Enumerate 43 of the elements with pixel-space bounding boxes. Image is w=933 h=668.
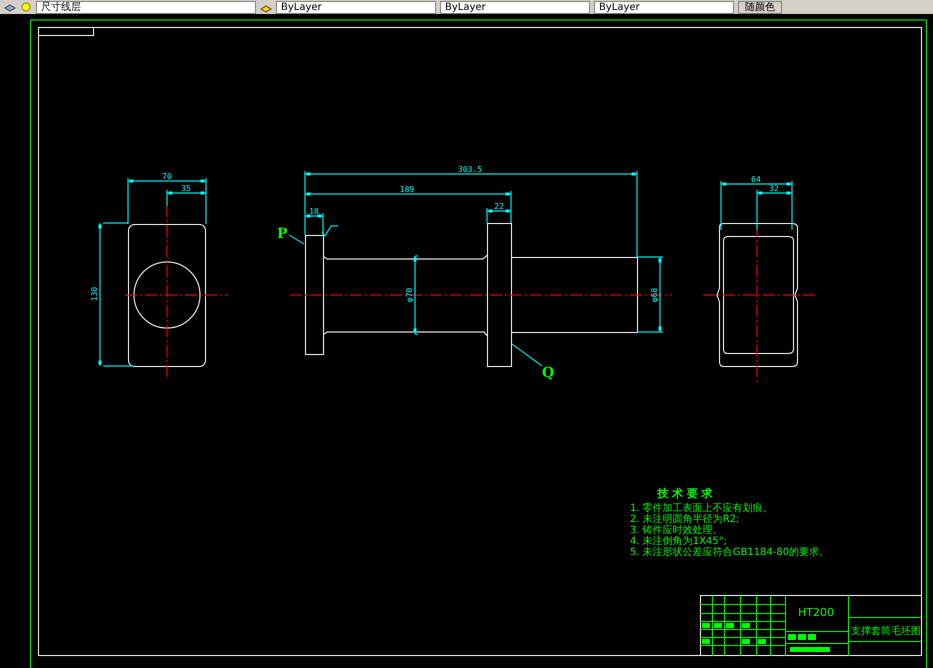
layers-icon[interactable] [4,2,16,12]
lightbulb-icon[interactable] [20,2,32,12]
dimension-line [166,192,206,194]
note-line: 3. 铸件应时效处理。 [630,525,723,536]
leader-line [288,234,304,244]
note-line: 1. 零件加工表面上不应有划痕。 [630,503,773,514]
plot-style-dropdown[interactable]: 随颜色 [738,0,782,14]
extension-line [756,190,758,230]
dimension-text: 18 [309,207,319,216]
extension-line [322,212,324,236]
roughness-symbol-icon [322,226,338,237]
dimension-line [486,210,512,212]
dimension-line [756,192,792,194]
dimension-text: 303.5 [458,165,482,174]
leader-line [512,344,542,366]
dimension-line [720,182,792,186]
linetype-dropdown[interactable]: ByLayer [440,0,590,14]
frame-tab [38,27,94,36]
dimension-text: 32 [769,184,779,193]
dimension-text: 189 [400,185,414,194]
lineweight-dropdown[interactable]: ByLayer [594,0,734,14]
extension-line [720,180,722,230]
color-dropdown[interactable]: ByLayer [276,0,436,14]
dimension-text: 64 [751,175,761,184]
note-line: 4. 未注倒角为1X45°; [630,536,728,547]
dimension-text: 70 [162,172,172,181]
extension-line [486,208,488,224]
dimension-text: 130 [90,286,99,302]
layer-dropdown[interactable]: 尺寸线层 [36,0,256,14]
view-label: P [277,226,288,242]
view-label: Q [542,365,554,381]
note-line: 2. 未注明圆角半径为R2; [630,514,740,525]
dimension-line [304,214,324,218]
extension-line [166,190,168,206]
dimension-text: 22 [494,202,504,211]
dimension-text: φ68 [650,288,659,302]
drawing-title: 支撑套筒毛坯图 [851,626,921,637]
note-line: 5. 未注形状公差应符合GB1184-80的要求。 [630,547,830,558]
material-text: HT200 [798,606,834,619]
dimension-text: φ70 [405,288,414,302]
notes-title: 技 术 要 求 [657,487,713,500]
dimension-text: 35 [181,184,191,193]
bore-circle [134,262,200,328]
